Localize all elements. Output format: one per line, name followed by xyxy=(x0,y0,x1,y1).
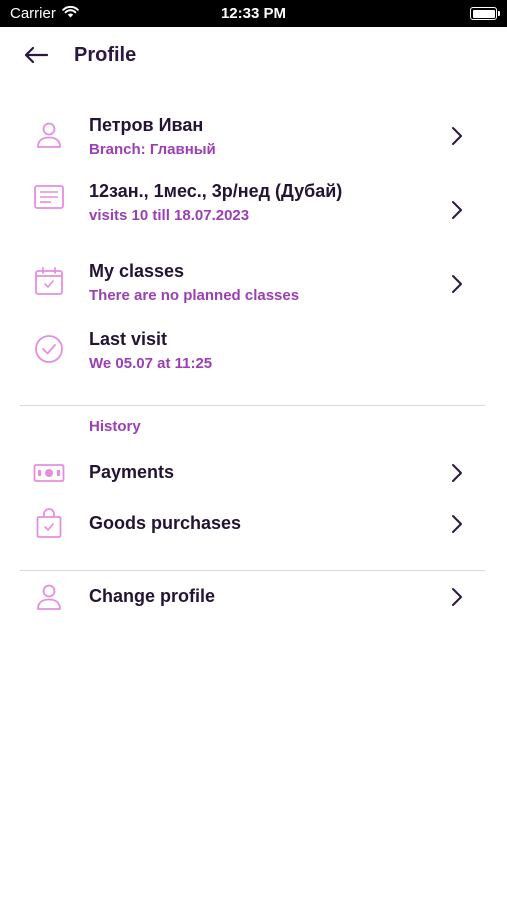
chevron-right-icon xyxy=(448,463,466,483)
my-classes-status: There are no planned classes xyxy=(89,287,300,304)
my-classes-title: My classes xyxy=(89,261,185,281)
calendar-icon xyxy=(32,264,66,298)
chevron-right-icon xyxy=(448,126,466,146)
my-classes-text: My classes There are no planned classes xyxy=(89,260,447,306)
profile-text: Петров Иван Branch: Главный xyxy=(89,114,447,160)
history-section-label: History xyxy=(89,418,141,435)
last-visit-title: Last visit xyxy=(89,329,168,349)
last-visit-text: Last visit We 05.07 at 11:25 xyxy=(89,328,447,374)
profile-branch: Branch: Главный xyxy=(89,141,216,158)
my-classes-row[interactable]: My classes There are no planned classes xyxy=(0,256,507,312)
check-circle-icon xyxy=(32,332,66,366)
status-bar: Carrier 12:33 PM xyxy=(0,0,507,27)
user-icon xyxy=(32,580,66,614)
document-icon xyxy=(32,180,66,214)
status-left: Carrier xyxy=(10,5,79,22)
goods-purchases-label: Goods purchases xyxy=(89,513,242,533)
payments-label: Payments xyxy=(89,462,175,482)
change-profile-text: Change profile xyxy=(89,585,447,607)
change-profile-label: Change profile xyxy=(89,586,216,606)
page-title: Profile xyxy=(74,43,137,66)
back-button[interactable] xyxy=(16,35,56,75)
profile-name: Петров Иван xyxy=(89,115,204,135)
user-icon xyxy=(32,118,66,152)
chevron-right-icon xyxy=(448,274,466,294)
shopping-bag-icon xyxy=(32,506,66,540)
subscription-visits: visits 10 till 18.07.2023 xyxy=(89,207,250,224)
profile-screen: Carrier 12:33 PM Profile Петров Иван Bra… xyxy=(0,0,507,900)
cash-icon xyxy=(32,456,66,490)
subscription-row[interactable]: 12зан., 1мес., 3р/нед (Дубай) visits 10 … xyxy=(0,176,507,232)
arrow-left-icon xyxy=(24,46,49,64)
goods-purchases-text: Goods purchases xyxy=(89,512,447,534)
divider xyxy=(20,405,485,406)
chevron-right-icon xyxy=(448,587,466,607)
profile-row[interactable]: Петров Иван Branch: Главный xyxy=(0,110,507,162)
chevron-right-icon xyxy=(448,200,466,220)
goods-purchases-row[interactable]: Goods purchases xyxy=(0,506,507,542)
header: Profile xyxy=(0,27,507,83)
wifi-icon xyxy=(62,5,79,22)
last-visit-time: We 05.07 at 11:25 xyxy=(89,355,213,372)
subscription-title: 12зан., 1мес., 3р/нед (Дубай) xyxy=(89,181,343,201)
change-profile-row[interactable]: Change profile xyxy=(0,580,507,614)
battery-icon xyxy=(470,7,500,20)
carrier-label: Carrier xyxy=(10,5,56,22)
divider xyxy=(20,570,485,571)
payments-text: Payments xyxy=(89,461,447,483)
last-visit-row: Last visit We 05.07 at 11:25 xyxy=(0,324,507,380)
chevron-right-icon xyxy=(448,514,466,534)
payments-row[interactable]: Payments xyxy=(0,456,507,490)
subscription-text: 12зан., 1мес., 3р/нед (Дубай) visits 10 … xyxy=(89,180,447,226)
